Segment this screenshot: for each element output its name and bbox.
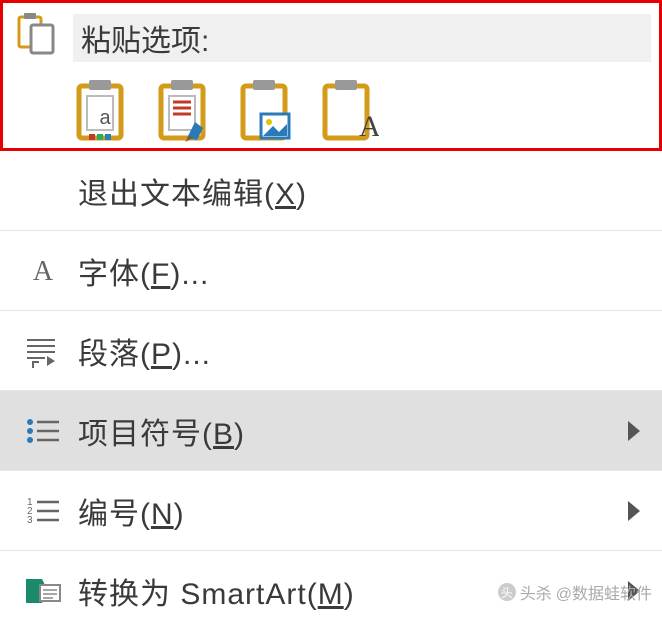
smartart-icon (8, 575, 78, 607)
letter-a-icon: A (8, 254, 78, 288)
context-menu: 粘贴选项: a (0, 0, 662, 631)
paste-option-picture[interactable] (239, 80, 287, 138)
watermark-author: @数据蛙软件 (556, 580, 652, 604)
paste-options-title: 粘贴选项: (73, 14, 651, 62)
paste-option-keep-source[interactable]: a (75, 80, 123, 138)
menu-item-exit-text-edit[interactable]: 退出文本编辑(X) (0, 151, 662, 231)
watermark-prefix: 头杀 (520, 580, 552, 604)
paste-header: 粘贴选项: (11, 7, 651, 74)
paste-options-row: a (11, 74, 651, 138)
menu-item-font[interactable]: A 字体(F)... (0, 231, 662, 311)
menu-label: 字体(F)... (78, 249, 640, 293)
paste-clipboard-icon (13, 11, 59, 64)
svg-text:3: 3 (27, 515, 33, 526)
watermark-icon: 头 (498, 583, 516, 601)
watermark: 头 头杀 @数据蛙软件 (498, 580, 652, 604)
bullets-icon (8, 416, 78, 446)
menu-item-paragraph[interactable]: 段落(P)... (0, 311, 662, 391)
paste-option-merge-formatting[interactable] (157, 80, 205, 138)
paste-option-text-only[interactable]: A (321, 80, 369, 138)
menu-label: 项目符号(B) (78, 409, 628, 453)
menu-label: 段落(P)... (78, 329, 640, 373)
numbering-icon: 1 2 3 (8, 496, 78, 526)
menu-item-bullets[interactable]: 项目符号(B) (0, 391, 662, 471)
paragraph-icon (8, 334, 78, 368)
chevron-right-icon (628, 501, 640, 521)
svg-text:A: A (359, 110, 379, 143)
menu-label: 退出文本编辑(X) (78, 169, 640, 213)
menu-label: 编号(N) (78, 489, 628, 533)
svg-text:A: A (33, 256, 54, 287)
chevron-right-icon (628, 421, 640, 441)
paste-options-section: 粘贴选项: a (0, 0, 662, 151)
svg-text:a: a (99, 107, 111, 129)
menu-item-numbering[interactable]: 1 2 3 编号(N) (0, 471, 662, 551)
